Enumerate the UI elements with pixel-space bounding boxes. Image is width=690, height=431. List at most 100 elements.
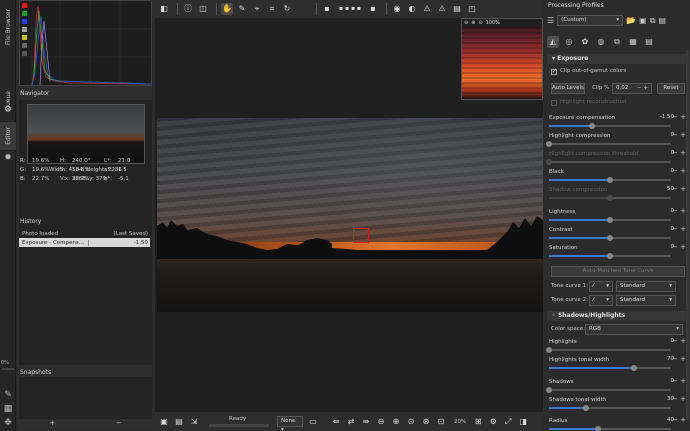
hide-left-panel-icon[interactable]: ◧	[158, 3, 170, 15]
info-icon[interactable]: ⓘ	[182, 3, 194, 15]
shadows-slider-2[interactable]: Shadows 0− +	[546, 377, 686, 393]
exposure-slider-3[interactable]: Black 0− +	[549, 167, 686, 183]
slider-knob[interactable]	[588, 123, 595, 129]
move-icon[interactable]: ✥	[2, 417, 14, 429]
preview-region-marker[interactable]	[353, 228, 369, 243]
shadows-slider-3[interactable]: Shadows tonal width 30− +	[549, 395, 686, 411]
exposure-slider-4[interactable]: Shadow compression 50− +	[549, 185, 686, 201]
slider-value[interactable]: 0	[654, 150, 675, 156]
profile-combo[interactable]: (Custom) ▾	[557, 15, 624, 26]
color-space-combo[interactable]: RGB ▾	[585, 324, 683, 335]
slider-value[interactable]: 0	[654, 132, 675, 138]
shadows-slider-0[interactable]: Highlights 0− +	[546, 337, 686, 353]
raw-tab-icon[interactable]: ▦	[627, 36, 639, 48]
zoom-in-icon[interactable]: ⊕	[471, 20, 475, 26]
slider-value[interactable]: 50	[654, 186, 674, 192]
slider-track[interactable]	[549, 177, 671, 183]
false-color-icon[interactable]: ◉	[391, 3, 403, 15]
highlight-clipping-icon[interactable]: ⚠	[436, 3, 448, 15]
history-row[interactable]: Photo loaded (Last Saved)	[19, 229, 150, 238]
color-management-icon[interactable]: ▤	[451, 3, 463, 15]
reset-slider-icon[interactable]: − +	[672, 377, 686, 385]
navigator-thumbnail[interactable]	[27, 104, 145, 164]
white-balance-icon[interactable]: ⌖	[251, 3, 263, 15]
focus-mask-icon[interactable]: ▪	[321, 3, 333, 15]
highlight-recon-checkbox[interactable]	[551, 100, 557, 106]
exposure-slider-0[interactable]: Exposure compensation -1.50− +	[549, 113, 686, 129]
reset-slider-icon[interactable]: − +	[672, 355, 686, 363]
pen-icon[interactable]: ✎	[2, 389, 14, 401]
slider-value[interactable]: 0	[654, 378, 675, 384]
slider-knob[interactable]	[546, 347, 552, 353]
slider-value[interactable]: 30	[654, 396, 674, 402]
zoom-fit-icon[interactable]: ⊛	[420, 416, 432, 428]
slider-knob[interactable]	[607, 235, 613, 241]
slider-knob[interactable]	[607, 177, 613, 183]
tone-curve-1-mode[interactable]: Standard ▾	[616, 281, 676, 292]
save-icon[interactable]: ▣	[158, 416, 170, 428]
remove-snapshot-button[interactable]: −	[116, 419, 122, 427]
reset-slider-icon[interactable]: − +	[672, 113, 686, 121]
zoom-out-icon[interactable]: ⊖	[464, 20, 468, 26]
sync-icon[interactable]: ⇄	[345, 416, 357, 428]
paste-profile-icon[interactable]: ▤	[658, 16, 666, 25]
slider-track[interactable]	[546, 159, 671, 165]
slider-track[interactable]	[549, 235, 671, 241]
clip-pct-input[interactable]: 0.02− +	[612, 83, 652, 94]
reset-slider-icon[interactable]: − +	[672, 395, 686, 403]
slider-knob[interactable]	[607, 253, 613, 259]
fit-crop-icon[interactable]: ⊡	[435, 416, 447, 428]
tone-curve-2-edit[interactable]: ⁄ ▾	[589, 295, 613, 306]
channel-selector[interactable]: ▪ ▪ ▪ ▪	[336, 3, 364, 15]
settings-icon[interactable]: ⚙	[487, 416, 499, 428]
open-profile-icon[interactable]: 📂	[626, 16, 636, 25]
crop-icon[interactable]: ⌗	[266, 3, 278, 15]
rotate-icon[interactable]: ↻	[281, 3, 293, 15]
history-row-selected[interactable]: Exposure - Compens... -1.50	[19, 238, 150, 247]
shadows-slider-4[interactable]: Radius 40− +	[549, 416, 686, 431]
folder-icon[interactable]: ▭	[307, 416, 319, 428]
right-panel-scrollbar[interactable]	[686, 50, 689, 420]
settings-icon[interactable]: ✹	[2, 152, 14, 164]
exposure-slider-2[interactable]: Highlight compression threshold 0− +	[546, 149, 686, 165]
snapshot-mode-combo[interactable]: None ▾	[277, 416, 303, 431]
add-snapshot-button[interactable]: +	[49, 419, 55, 427]
slider-value[interactable]: 0	[654, 208, 675, 214]
zoom-in-icon[interactable]: ⊕	[390, 416, 402, 428]
tab-editor[interactable]: Editor	[0, 122, 16, 150]
zoom-fit-icon[interactable]: ⊙	[478, 20, 482, 26]
display-profile-icon[interactable]: ◰	[466, 3, 478, 15]
slider-value[interactable]: 0	[654, 244, 675, 250]
detail-tab-icon[interactable]: ◎	[563, 36, 575, 48]
sharpening-mask-icon[interactable]: ◐	[406, 3, 418, 15]
exposure-tab-icon[interactable]: ◭	[547, 36, 559, 48]
slider-value[interactable]: 40	[654, 417, 674, 423]
auto-matched-tone-curve-button[interactable]: Auto-Matched Tone Curve	[551, 266, 685, 277]
reset-slider-icon[interactable]: − +	[672, 243, 686, 251]
color-tab-icon[interactable]: ✿	[579, 36, 591, 48]
slider-track[interactable]	[546, 347, 671, 353]
transform-tab-icon[interactable]: ⧉	[611, 36, 623, 48]
shadows-slider-1[interactable]: Highlights tonal width 70− +	[549, 355, 686, 371]
new-window-icon[interactable]: ⊞	[472, 416, 484, 428]
shadows-highlights-header[interactable]: ◦ Shadows/Highlights	[547, 311, 688, 321]
clip-gamut-checkbox[interactable]: ✓	[551, 69, 557, 75]
exposure-slider-5[interactable]: Lightness 0− +	[549, 207, 686, 223]
slider-track[interactable]	[549, 253, 671, 259]
exposure-slider-7[interactable]: Saturation 0− +	[549, 243, 686, 259]
exposure-slider-1[interactable]: Highlight compression 0− +	[546, 131, 686, 147]
slider-knob[interactable]	[546, 387, 552, 393]
slider-knob[interactable]	[582, 405, 589, 411]
tab-file-browser[interactable]: File Browser	[0, 2, 16, 52]
luminance-preview-icon[interactable]: ▪	[367, 3, 379, 15]
prev-image-icon[interactable]: ⇚	[330, 416, 342, 428]
auto-levels-button[interactable]: Auto Levels	[551, 83, 585, 94]
slider-track[interactable]	[549, 405, 671, 411]
before-after-icon[interactable]: ◫	[197, 3, 209, 15]
slider-knob[interactable]	[631, 365, 638, 371]
slider-track[interactable]	[549, 426, 671, 431]
queue-icon[interactable]: ▤	[173, 416, 185, 428]
reset-slider-icon[interactable]: − +	[672, 167, 686, 175]
shadow-clipping-icon[interactable]: ⚠	[421, 3, 433, 15]
main-image[interactable]	[157, 118, 543, 312]
